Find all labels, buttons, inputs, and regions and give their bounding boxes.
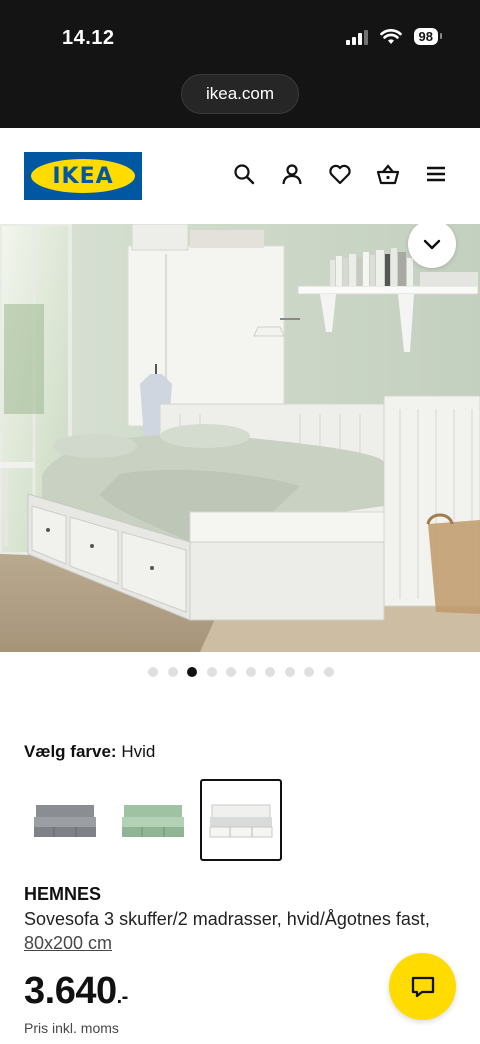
gallery-dot[interactable] [284, 667, 295, 677]
green-daybed-thumbnail [122, 805, 184, 837]
cellular-signal-icon [345, 29, 368, 45]
logo-text: IKEA [52, 163, 114, 189]
site-header: IKEA [0, 128, 480, 224]
product-image[interactable] [0, 224, 480, 652]
status-bar: 14.12 98 ikea.com [0, 0, 480, 128]
bedroom-illustration [0, 224, 480, 652]
chat-button[interactable] [389, 953, 456, 1020]
product-description: Sovesofa 3 skuffer/2 madrasser, hvid/Ågo… [24, 907, 454, 955]
ikea-logo[interactable]: IKEA [24, 152, 142, 200]
gallery-dot[interactable] [323, 667, 334, 677]
price-suffix: .- [116, 986, 129, 1008]
color-swatch-white[interactable] [200, 779, 282, 861]
wifi-icon [379, 28, 402, 44]
product-size-link[interactable]: 80x200 cm [24, 933, 112, 953]
product-name: HEMNES [24, 884, 102, 904]
gallery-dot[interactable] [245, 667, 256, 677]
grey-daybed-thumbnail [34, 805, 96, 837]
gallery-dot[interactable] [167, 667, 178, 677]
color-swatch-grey[interactable] [24, 779, 106, 861]
heart-icon[interactable] [328, 162, 352, 186]
gallery-dot[interactable] [265, 667, 275, 677]
color-label-text: Vælg farve: [24, 742, 117, 761]
product-price: 3.640.- [24, 970, 128, 1013]
user-icon[interactable] [280, 162, 304, 186]
price-value: 3.640 [24, 970, 117, 1012]
chevron-down-icon [423, 239, 441, 250]
gallery-dot[interactable] [187, 667, 197, 677]
chat-icon [411, 976, 434, 997]
color-picker-label: Vælg farve: Hvid [24, 742, 155, 762]
product-description-text: Sovesofa 3 skuffer/2 madrasser, hvid/Ågo… [24, 909, 430, 929]
gallery-dot[interactable] [148, 667, 158, 677]
color-selected-value: Hvid [121, 742, 156, 761]
color-swatch-green[interactable] [112, 779, 194, 861]
logo-oval: IKEA [31, 159, 135, 193]
status-time: 14.12 [62, 27, 115, 49]
battery-icon: 98 [413, 28, 443, 45]
gallery-dot[interactable] [304, 667, 314, 677]
price-note: Pris inkl. moms [24, 1020, 119, 1036]
status-icons: 98 [345, 28, 443, 45]
gallery-pagination [148, 667, 334, 677]
white-daybed-thumbnail [209, 804, 273, 838]
gallery-dot[interactable] [226, 667, 236, 677]
url-bar[interactable]: ikea.com [181, 74, 299, 114]
color-swatches [24, 779, 282, 861]
basket-icon[interactable] [376, 162, 400, 186]
header-nav [232, 162, 448, 186]
search-icon[interactable] [232, 162, 256, 186]
menu-icon[interactable] [424, 162, 448, 186]
gallery-dot[interactable] [206, 667, 217, 677]
